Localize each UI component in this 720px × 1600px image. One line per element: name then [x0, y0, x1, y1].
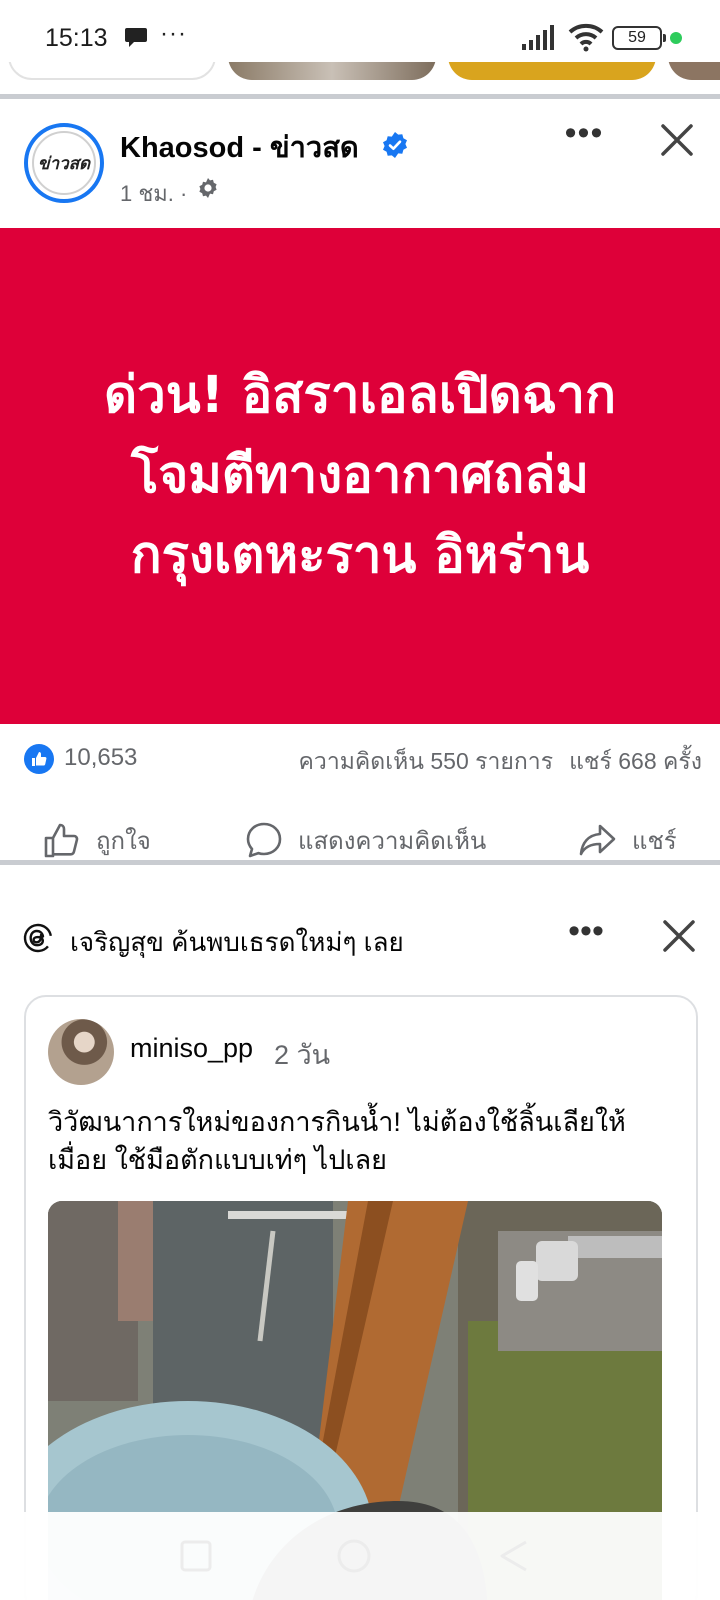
post-timestamp[interactable]: 1 ชม. ·: [120, 176, 187, 211]
headline-line: โจมตีทางอากาศถล่ม: [130, 446, 590, 505]
recent-apps-icon[interactable]: [176, 1536, 216, 1576]
verified-badge-icon: [383, 132, 407, 158]
close-icon[interactable]: [657, 914, 701, 958]
story-card[interactable]: [8, 62, 216, 80]
share-count[interactable]: แชร์ 668 ครั้ง: [569, 748, 702, 774]
signal-icon: [522, 25, 554, 50]
post-more-button[interactable]: •••: [558, 116, 610, 160]
headline-line: ด่วน! อิสราเอลเปิดฉาก: [104, 366, 616, 425]
home-icon[interactable]: [334, 1536, 374, 1576]
like-label: ถูกใจ: [96, 827, 151, 855]
post-image[interactable]: ด่วน! อิสราเอลเปิดฉาก โจมตีทางอากาศถล่ม …: [0, 228, 720, 724]
page-name[interactable]: Khaosod - ข่าวสด: [120, 124, 359, 170]
navigation-bar: [0, 1512, 720, 1600]
thread-username[interactable]: miniso_pp: [130, 1033, 253, 1064]
comment-count[interactable]: ความคิดเห็น 550 รายการ: [299, 748, 554, 774]
privacy-dot: [670, 32, 682, 44]
page-avatar-logo: ข่าวสด: [32, 131, 96, 195]
wifi-icon: [568, 23, 604, 52]
story-card[interactable]: [448, 62, 656, 80]
gear-icon: [199, 178, 217, 198]
comment-label: แสดงความคิดเห็น: [298, 827, 487, 855]
threads-icon: [23, 923, 53, 953]
page-avatar[interactable]: ข่าวสด: [24, 123, 104, 203]
thumbs-up-icon: [32, 752, 47, 766]
back-icon[interactable]: [494, 1536, 534, 1576]
like-reaction-icon[interactable]: [24, 744, 54, 774]
suggestion-title: เจริญสุข ค้นพบเธรดใหม่ๆ เลย: [70, 927, 404, 957]
reaction-count[interactable]: 10,653: [64, 744, 137, 772]
headline: ด่วน! อิสราเอลเปิดฉาก โจมตีทางอากาศถล่ม …: [104, 356, 616, 596]
thread-age: 2 วัน: [274, 1040, 331, 1070]
thread-caption: วิวัฒนาการใหม่ของการกินน้ำ! ไม่ต้องใช้ลิ…: [48, 1107, 626, 1175]
battery-icon: 59: [612, 26, 666, 50]
share-icon: [579, 824, 616, 856]
headline-line: กรุงเตหะราน อิหร่าน: [130, 526, 590, 585]
more-notifications-icon: ···: [160, 20, 187, 47]
comment-icon: [246, 822, 282, 858]
story-card[interactable]: [228, 62, 436, 80]
share-label: แชร์: [632, 827, 677, 855]
engagement-stats: ความคิดเห็น 550 รายการ แชร์ 668 ครั้ง: [283, 744, 702, 780]
suggestion-more-button[interactable]: •••: [560, 914, 612, 958]
section-divider: [0, 860, 720, 865]
thumbs-up-outline-icon: [44, 823, 79, 858]
avatar[interactable]: [48, 1019, 114, 1085]
status-bar: 15:13 ··· 59: [0, 0, 720, 70]
status-time: 15:13: [45, 24, 108, 52]
thread-card[interactable]: miniso_pp 2 วัน วิวัฒนาการใหม่ของการกินน…: [24, 995, 698, 1600]
story-card[interactable]: [668, 62, 720, 80]
section-divider: [0, 94, 720, 99]
stories-strip[interactable]: [0, 62, 720, 82]
close-icon[interactable]: [655, 118, 699, 162]
message-icon: [125, 28, 147, 47]
